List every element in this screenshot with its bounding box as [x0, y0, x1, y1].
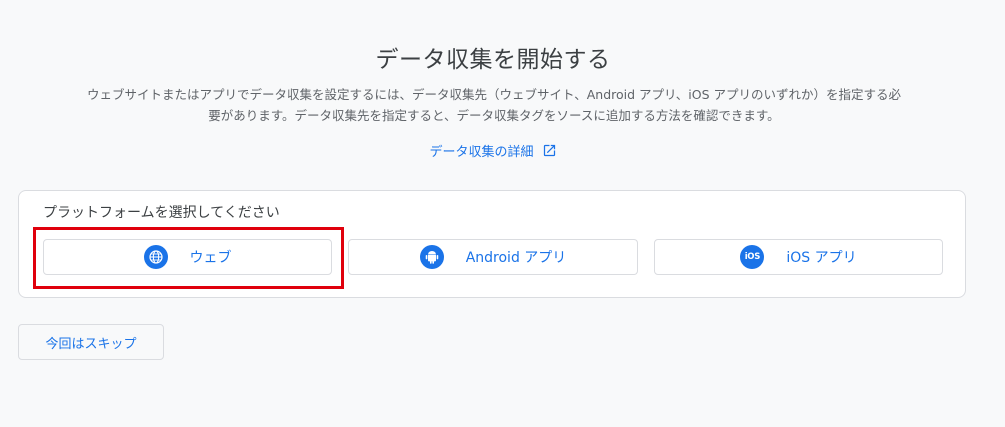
android-icon — [419, 245, 444, 269]
learn-more-link[interactable]: データ収集の詳細 — [0, 141, 986, 160]
ios-icon: iOS — [740, 245, 765, 269]
page-title: データ収集を開始する — [375, 47, 611, 73]
platform-selector-label: プラットフォームを選択してください — [43, 205, 280, 221]
ios-platform-button[interactable]: iOS iOS アプリ — [654, 239, 943, 275]
learn-more-label: データ収集の詳細 — [429, 145, 534, 160]
ios-platform-label: iOS アプリ — [786, 250, 857, 266]
android-platform-button[interactable]: Android アプリ — [348, 239, 638, 275]
skip-button[interactable]: 今回はスキップ — [18, 324, 164, 360]
highlight-box — [33, 227, 344, 289]
description-text: ウェブサイトまたはアプリでデータ収集を設定するには、データ収集先（ウェブサイト、… — [86, 87, 902, 123]
external-link-icon — [543, 144, 555, 157]
page: データ収集を開始する ウェブサイトまたはアプリでデータ収集を設定するには、データ… — [0, 0, 1005, 427]
android-platform-label: Android アプリ — [465, 250, 567, 266]
